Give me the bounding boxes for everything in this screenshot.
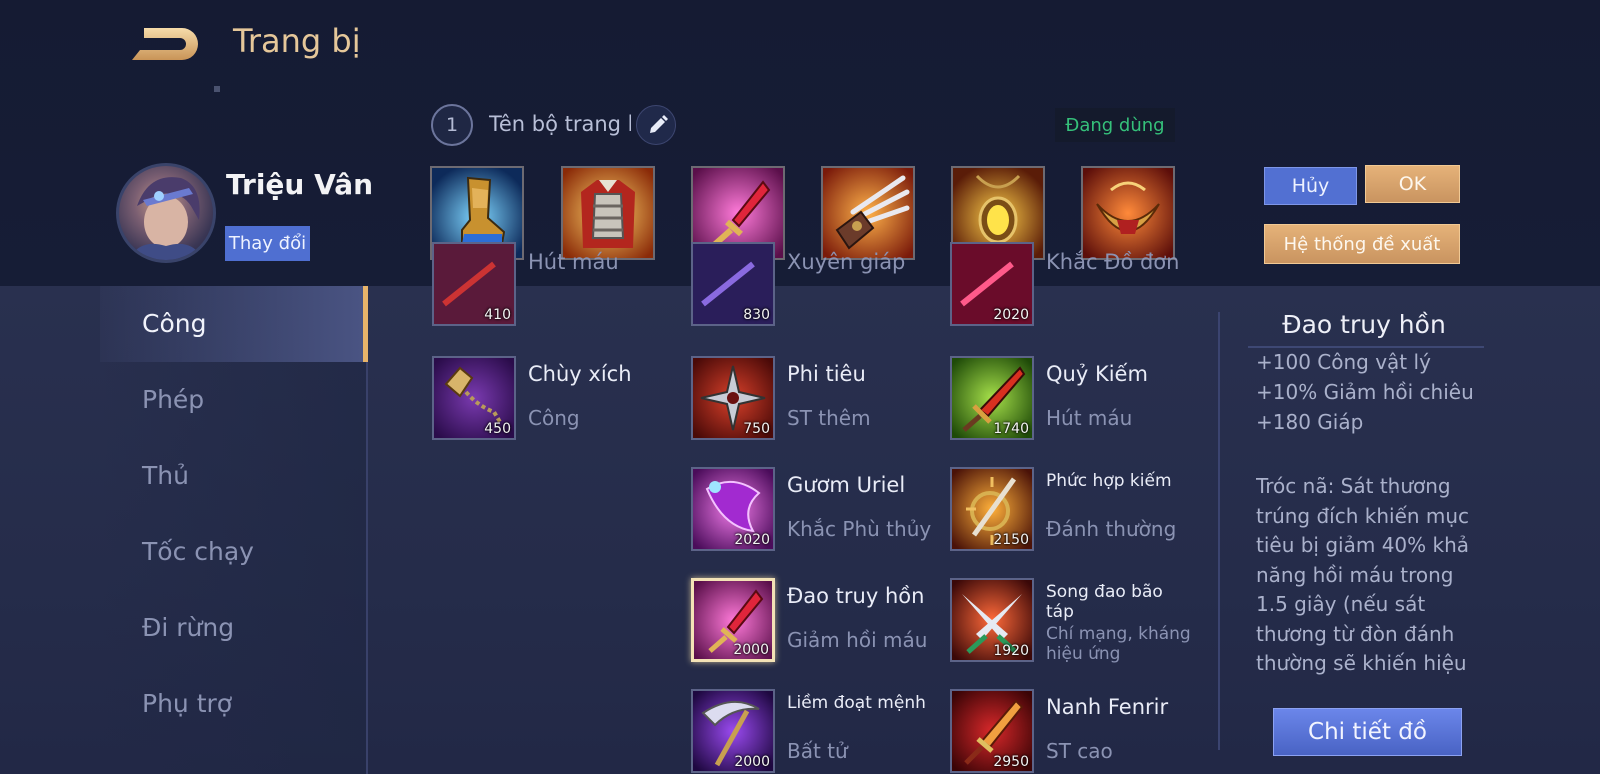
fenrir-fang-item-icon: 2950 xyxy=(950,689,1034,773)
uriel-sword-item-icon: 2020 xyxy=(691,467,775,551)
hybrid-sword-item-icon: 2150 xyxy=(950,467,1034,551)
item-name: Gươm Uriel xyxy=(787,473,906,497)
item-name: Phức hợp kiếm xyxy=(1046,471,1172,491)
equipped-slot-claw[interactable] xyxy=(821,166,915,260)
equipped-slot-crescent[interactable] xyxy=(1081,166,1175,260)
category-sidebar: Công Phép Thủ Tốc chạy Đi rừng Phụ trợ xyxy=(100,286,368,774)
item-price: 750 xyxy=(743,421,770,437)
item-price: 410 xyxy=(484,307,511,323)
item-tag: ST cao xyxy=(1046,739,1113,763)
edit-build-name-button[interactable] xyxy=(636,105,676,145)
detail-stat: +100 Công vật lý xyxy=(1256,350,1431,374)
header-bar: Trang bị Triệu Vân Thay đổi 1 Tên bộ tra… xyxy=(0,0,1600,286)
build-number-badge[interactable]: 1 xyxy=(431,104,473,146)
item-price: 1920 xyxy=(993,643,1029,659)
detail-divider xyxy=(1218,312,1220,750)
item-card[interactable]: 1920 Song đao bão táp Chí mạng, kháng hi… xyxy=(950,578,1200,668)
item-name: Song đao bão táp xyxy=(1046,582,1163,622)
item-icon: 410 xyxy=(432,242,516,326)
item-icon: 830 xyxy=(691,242,775,326)
item-price: 450 xyxy=(484,421,511,437)
category-defense[interactable]: Thủ xyxy=(100,438,368,514)
item-card[interactable]: 2000 Liềm đoạt mệnh Bất tử xyxy=(691,689,941,774)
armor-item-icon xyxy=(563,168,653,258)
item-card[interactable]: 2150 Phức hợp kiếm Đánh thường xyxy=(950,467,1200,557)
item-price: 1740 xyxy=(993,421,1029,437)
item-details-button[interactable]: Chi tiết đồ xyxy=(1273,708,1462,756)
cancel-button[interactable]: Hủy xyxy=(1264,167,1357,205)
detail-title: Đao truy hồn xyxy=(1282,310,1446,339)
twin-blades-item-icon: 1920 xyxy=(950,578,1034,662)
item-tag: Khắc Đồ đơn xyxy=(1046,250,1180,274)
item-card[interactable]: 1740 Quỷ Kiếm Hút máu xyxy=(950,356,1200,446)
item-price: 2150 xyxy=(993,532,1029,548)
soul-dagger-item-icon: 2000 xyxy=(691,578,775,662)
demon-sword-item-icon: 1740 xyxy=(950,356,1034,440)
item-price: 2020 xyxy=(993,307,1029,323)
item-name: Nanh Fenrir xyxy=(1046,695,1169,719)
item-tag: Hút máu xyxy=(528,250,619,274)
item-tag: Đánh thường xyxy=(1046,517,1177,541)
item-card[interactable]: 750 Phi tiêu ST thêm xyxy=(691,356,941,446)
category-attack[interactable]: Công xyxy=(100,286,368,362)
item-price: 2000 xyxy=(734,754,770,770)
suggest-build-button[interactable]: Hệ thống đề xuất xyxy=(1264,224,1460,264)
flail-item-icon: 450 xyxy=(432,356,516,440)
item-card[interactable]: 450 Chùy xích Công xyxy=(432,356,682,446)
hero-avatar[interactable] xyxy=(116,163,216,263)
detail-title-underline xyxy=(1248,346,1484,348)
in-use-badge: Đang dùng xyxy=(1055,108,1175,142)
item-icon: 2020 xyxy=(950,242,1034,326)
crescent-item-icon xyxy=(1083,168,1173,258)
ok-button[interactable]: OK xyxy=(1365,165,1460,203)
change-hero-button[interactable]: Thay đổi xyxy=(225,226,310,261)
item-price: 830 xyxy=(743,307,770,323)
detail-stat: +180 Giáp xyxy=(1256,410,1364,434)
detail-passive-description[interactable]: Tróc nã: Sát thương trúng đích khiến mục… xyxy=(1256,472,1474,676)
category-support[interactable]: Phụ trợ xyxy=(100,666,368,742)
scythe-item-icon: 2000 xyxy=(691,689,775,773)
item-card[interactable]: 2020 Gươm Uriel Khắc Phù thủy xyxy=(691,467,941,557)
category-movement[interactable]: Tốc chạy xyxy=(100,514,368,590)
item-card[interactable]: 2950 Nanh Fenrir ST cao xyxy=(950,689,1200,774)
item-price: 2000 xyxy=(733,642,769,658)
item-name: Liềm đoạt mệnh xyxy=(787,693,926,713)
item-tag: Bất tử xyxy=(787,739,848,763)
item-tag: Chí mạng, kháng hiệu ứng xyxy=(1046,624,1191,664)
item-tag: ST thêm xyxy=(787,406,871,430)
item-price: 2020 xyxy=(734,532,770,548)
item-name: Chùy xích xyxy=(528,362,632,386)
item-tag: Giảm hồi máu xyxy=(787,628,928,652)
claw-item-icon xyxy=(823,168,913,258)
decor-dot xyxy=(214,86,220,92)
item-name: Quỷ Kiếm xyxy=(1046,362,1148,386)
category-magic[interactable]: Phép xyxy=(100,362,368,438)
build-name: Tên bộ trang bị xyxy=(489,112,631,136)
shuriken-item-icon: 750 xyxy=(691,356,775,440)
equipped-slot-armor[interactable] xyxy=(561,166,655,260)
item-tag: Khắc Phù thủy xyxy=(787,517,932,541)
item-tag: Hút máu xyxy=(1046,406,1133,430)
item-tag: Công xyxy=(528,406,580,430)
detail-stat: +10% Giảm hồi chiêu xyxy=(1256,380,1474,404)
item-tag: Xuyên giáp xyxy=(787,250,906,274)
hero-name: Triệu Vân xyxy=(226,168,374,201)
item-name: Đao truy hồn xyxy=(787,584,925,608)
back-arrow-icon[interactable] xyxy=(130,24,202,64)
pencil-icon xyxy=(650,115,668,133)
item-shop-panel: Công Phép Thủ Tốc chạy Đi rừng Phụ trợ 4… xyxy=(0,242,1600,774)
page-title: Trang bị xyxy=(233,22,361,60)
item-price: 2950 xyxy=(993,754,1029,770)
item-name: Phi tiêu xyxy=(787,362,866,386)
item-card-selected[interactable]: 2000 Đao truy hồn Giảm hồi máu xyxy=(691,578,941,668)
category-jungle[interactable]: Đi rừng xyxy=(100,590,368,666)
